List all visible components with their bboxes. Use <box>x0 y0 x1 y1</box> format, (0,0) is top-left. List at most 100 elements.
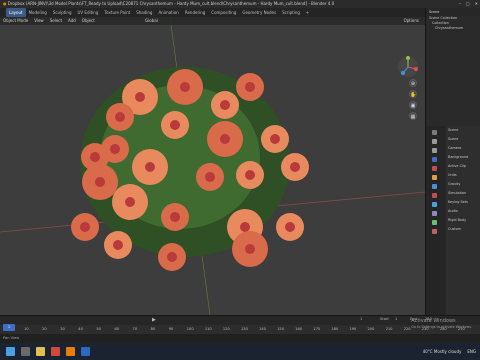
tab-animation[interactable]: Animation <box>155 8 181 17</box>
tab-compositing[interactable]: Compositing <box>208 8 239 17</box>
flower-center <box>110 144 120 154</box>
flower-center <box>270 134 280 144</box>
maximize-button[interactable]: □ <box>466 0 470 8</box>
frame-tick-label: 220 <box>403 327 411 331</box>
chrome-icon[interactable] <box>51 347 60 356</box>
data-tab-icon[interactable] <box>432 220 437 225</box>
start-frame-field[interactable]: 1 <box>395 317 397 321</box>
add-workspace-button[interactable]: + <box>303 8 312 17</box>
minimize-button[interactable]: – <box>459 0 461 8</box>
play-button[interactable]: ▶ <box>152 317 156 323</box>
prop-row[interactable]: Audio <box>446 207 480 216</box>
frame-tick-label: 140 <box>259 327 266 331</box>
flower-center <box>170 120 180 130</box>
prop-row[interactable]: Units <box>446 171 480 180</box>
flower-center <box>125 197 135 207</box>
object-menu[interactable]: Object <box>82 17 95 25</box>
frame-tick-label: 90 <box>168 327 174 331</box>
render-tab-icon[interactable] <box>432 139 437 144</box>
flower-center <box>170 212 180 222</box>
zoom-icon[interactable]: ⊕ <box>409 79 417 87</box>
tab-geometry-nodes[interactable]: Geometry Nodes <box>239 8 279 17</box>
world-tab-icon[interactable] <box>432 166 437 171</box>
physics-tab-icon[interactable] <box>432 202 437 207</box>
blender-logo-icon: ● <box>3 1 7 6</box>
output-tab-icon[interactable] <box>432 148 437 153</box>
prop-row[interactable]: Gravity <box>446 180 480 189</box>
outliner-panel: Scene Scene Collection Collection Chrysa… <box>425 8 480 126</box>
blender-taskbar-icon[interactable] <box>66 347 75 356</box>
material-tab-icon[interactable] <box>432 229 437 234</box>
prop-row[interactable]: Custom <box>446 225 480 234</box>
frame-tick-label: 50 <box>96 327 101 331</box>
flower-model <box>71 67 309 271</box>
tab-layout[interactable]: Layout <box>6 8 26 17</box>
file-explorer-icon[interactable] <box>36 347 45 356</box>
photoshop-icon[interactable] <box>81 347 90 356</box>
tab-uv-editing[interactable]: UV Editing <box>75 8 102 17</box>
start-label: Start <box>380 317 389 321</box>
prop-row[interactable]: Rigid Body <box>446 216 480 225</box>
search-icon[interactable] <box>21 347 30 356</box>
tab-scripting[interactable]: Scripting <box>279 8 303 17</box>
pan-hand-icon[interactable]: ✋ <box>409 90 417 98</box>
tab-modeling[interactable]: Modeling <box>26 8 50 17</box>
add-menu[interactable]: Add <box>68 17 76 25</box>
flower-center <box>113 240 123 250</box>
prop-row[interactable]: Keying Sets <box>446 198 480 207</box>
select-menu[interactable]: Select <box>50 17 62 25</box>
tab-texture-paint[interactable]: Texture Paint <box>101 8 133 17</box>
camera-view-icon[interactable]: ▣ <box>409 101 417 109</box>
close-button[interactable]: ✕ <box>475 0 478 8</box>
view-menu[interactable]: View <box>34 17 44 25</box>
frame-tick-label: 180 <box>331 327 339 331</box>
frame-ruler[interactable]: 0102030405060708090100110120130140150160… <box>0 325 480 334</box>
weather-widget[interactable]: 40°C Mostly cloudy <box>423 343 462 360</box>
perspective-grid-icon[interactable]: ▦ <box>409 112 417 120</box>
outliner-header: Scene <box>426 8 480 16</box>
flower-center <box>80 222 90 232</box>
current-frame-field[interactable]: 1 <box>360 317 362 321</box>
prop-row[interactable]: Camera <box>446 144 480 153</box>
scene-tab-icon[interactable] <box>432 157 437 162</box>
frame-tick-label: 30 <box>60 327 65 331</box>
frame-tick-label: 10 <box>24 327 29 331</box>
workspace-bar: Layout Modeling Sculpting UV Editing Tex… <box>0 8 480 17</box>
frame-tick-label: 150 <box>277 327 284 331</box>
flower-center <box>90 152 100 162</box>
flower-center <box>145 162 155 172</box>
activate-subtitle: Go to Settings to activate Windows. <box>411 325 472 329</box>
flower-center <box>240 222 250 232</box>
frame-tick-label: 40 <box>78 327 83 331</box>
navigation-gizmo[interactable] <box>397 56 419 78</box>
prop-row[interactable]: Active Clip <box>446 162 480 171</box>
frame-tick-label: 110 <box>204 327 212 331</box>
start-windows-icon[interactable] <box>6 347 15 356</box>
object-tab-icon[interactable] <box>432 175 437 180</box>
prop-row[interactable]: Background <box>446 153 480 162</box>
frame-tick-label: 170 <box>313 327 321 331</box>
prop-row[interactable]: Scene <box>446 135 480 144</box>
frame-tick-label: 120 <box>222 327 230 331</box>
tab-sculpting[interactable]: Sculpting <box>50 8 75 17</box>
prop-row[interactable]: Simulation <box>446 189 480 198</box>
flower-center <box>180 82 190 92</box>
3d-viewport[interactable]: Object Mode View Select Add Object Globa… <box>0 17 425 315</box>
language-indicator[interactable]: ENG <box>467 343 476 360</box>
transform-orientation[interactable]: Global <box>145 17 158 25</box>
frame-tick-label: 160 <box>295 327 303 331</box>
blender-window: ● Dropbox (ARN-JINV)\3d Model Plants\FT_… <box>0 0 480 360</box>
flower-center <box>285 222 295 232</box>
playhead[interactable]: 1 <box>3 324 15 331</box>
tab-rendering[interactable]: Rendering <box>182 8 208 17</box>
window-title-bar: ● Dropbox (ARN-JINV)\3d Model Plants\FT_… <box>0 0 480 8</box>
particles-tab-icon[interactable] <box>432 193 437 198</box>
modifier-tab-icon[interactable] <box>432 184 437 189</box>
flower-center <box>167 252 177 262</box>
options-dropdown[interactable]: Options <box>404 17 419 25</box>
mode-menu[interactable]: Object Mode <box>3 17 28 25</box>
constraints-tab-icon[interactable] <box>432 211 437 216</box>
tab-shading[interactable]: Shading <box>133 8 155 17</box>
tool-tab-icon[interactable] <box>432 130 437 135</box>
outliner-row[interactable]: Chrysanthemum <box>426 26 480 31</box>
